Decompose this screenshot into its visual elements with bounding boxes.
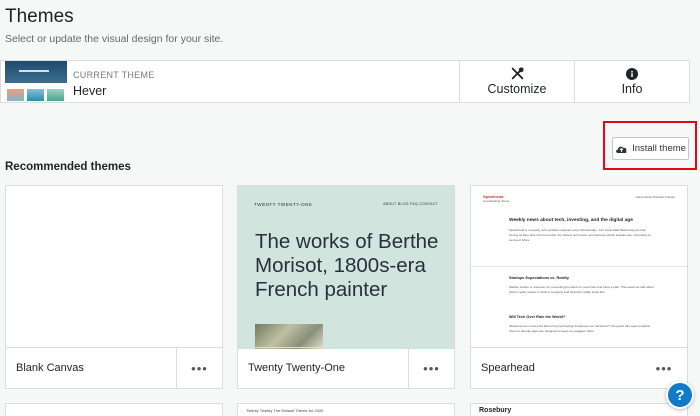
preview-post-title: Will Tech Over Rule the World? <box>509 315 566 319</box>
current-theme-card: CURRENT THEME Hever Customize Info <box>0 60 690 103</box>
more-options-button[interactable]: ••• <box>408 348 454 388</box>
recommended-themes-heading: Recommended themes <box>5 161 131 173</box>
preview-post-text: Should we be concerned about how technol… <box>509 324 651 333</box>
info-icon <box>626 67 638 80</box>
current-theme-name: Hever <box>73 84 107 98</box>
preview-post-text: Startup culture is notorious for pressur… <box>509 285 654 294</box>
preview-image <box>255 324 323 349</box>
more-options-button[interactable]: ••• <box>176 348 222 388</box>
info-label: Info <box>621 81 643 96</box>
cloud-upload-icon <box>616 146 627 153</box>
preview-post-title: Startups Expectations vs. Reality <box>509 276 569 280</box>
preview-nav: Home About Podcast Contact <box>635 195 675 199</box>
current-theme-thumbnail[interactable] <box>5 61 67 102</box>
current-theme-info: CURRENT THEME Hever <box>67 61 459 102</box>
theme-card-twenty-twenty-one[interactable]: TWENTY TWENTY-ONE ABOUT BLOG FAQ CONTACT… <box>237 185 455 389</box>
customize-label: Customize <box>487 82 547 96</box>
help-icon: ? <box>675 386 685 404</box>
info-button[interactable]: Info <box>574 61 689 102</box>
page-subtitle: Select or update the visual design for y… <box>5 33 224 45</box>
theme-card-peek[interactable]: Twenty Twenty The Default Theme for 2020 <box>237 403 455 416</box>
theme-peek-text: Twenty Twenty The Default Theme for 2020 <box>246 408 324 413</box>
theme-preview[interactable]: TWENTY TWENTY-ONE ABOUT BLOG FAQ CONTACT… <box>238 186 454 349</box>
theme-card-blank-canvas[interactable]: Blank Canvas ••• <box>5 185 223 389</box>
theme-preview[interactable] <box>6 186 222 349</box>
preview-headline: Weekly news about tech, investing, and t… <box>509 218 633 223</box>
preview-site-title: TWENTY TWENTY-ONE <box>254 202 313 207</box>
theme-peek-text: Rosebury <box>479 407 512 414</box>
theme-card-peek[interactable]: Rosebury <box>470 403 688 416</box>
theme-name: Blank Canvas <box>16 362 84 374</box>
theme-card-peek[interactable] <box>5 403 223 416</box>
preview-tagline: A podcasting theme <box>483 199 510 203</box>
current-theme-label: CURRENT THEME <box>73 70 155 80</box>
page-title: Themes <box>5 6 74 27</box>
customize-button[interactable]: Customize <box>459 61 574 102</box>
theme-name: Twenty Twenty-One <box>248 362 346 374</box>
help-button[interactable]: ? <box>666 381 694 409</box>
preview-intro: Spearhead is a weekly tech podcast relea… <box>509 228 651 242</box>
install-theme-button[interactable]: Install theme <box>612 137 689 160</box>
theme-name: Spearhead <box>481 362 535 374</box>
tools-icon <box>511 67 524 80</box>
theme-peek-text <box>6 404 222 412</box>
theme-card-spearhead[interactable]: Spearhead A podcasting theme Home About … <box>470 185 688 389</box>
install-theme-label: Install theme <box>632 143 686 154</box>
preview-headline: The works of Berthe Morisot, 1800s-era F… <box>255 230 439 301</box>
preview-nav: ABOUT BLOG FAQ CONTACT <box>383 202 438 206</box>
theme-preview[interactable]: Spearhead A podcasting theme Home About … <box>471 186 687 349</box>
